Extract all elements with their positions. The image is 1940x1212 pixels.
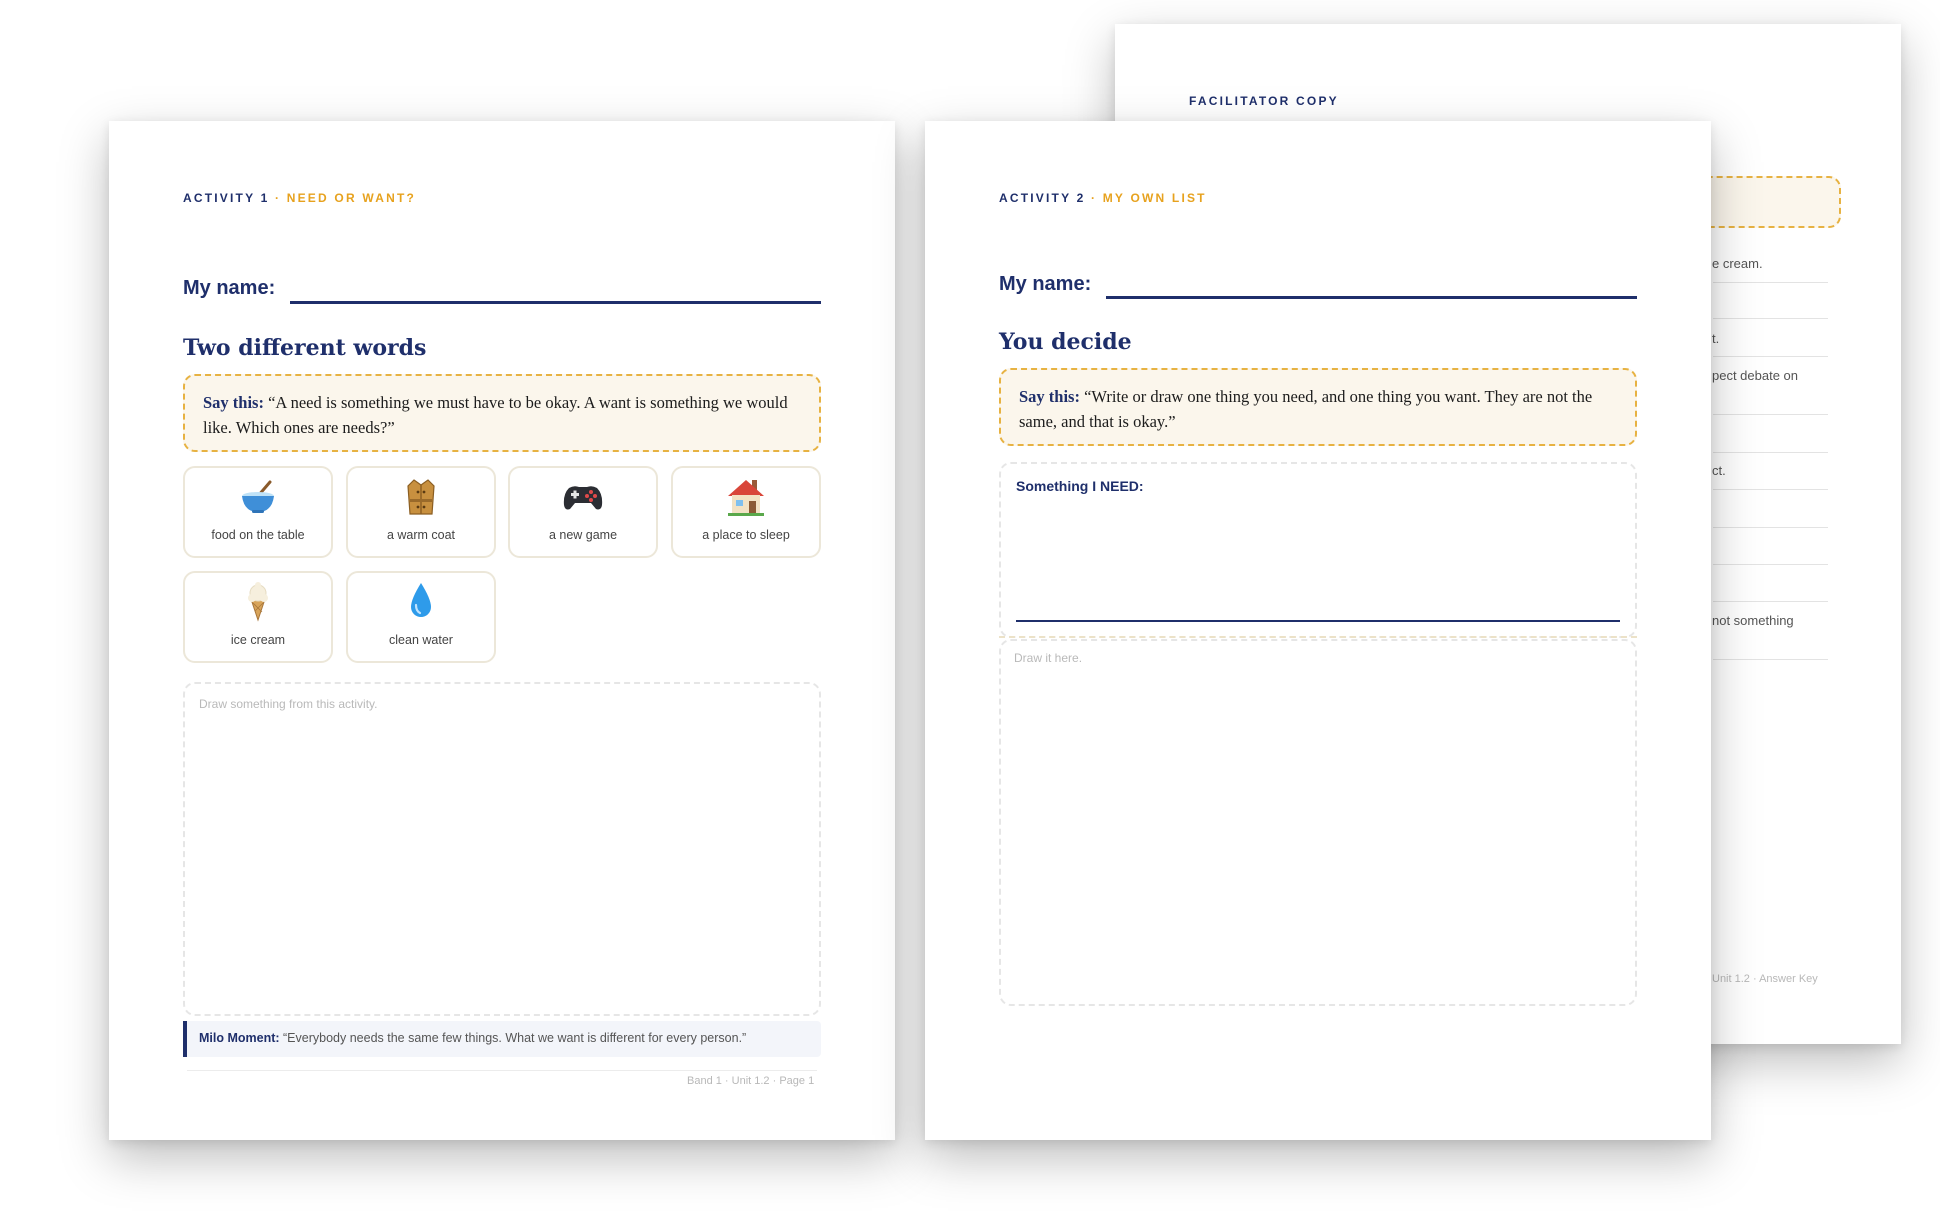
card-label: ice cream — [230, 633, 286, 647]
answer-fragment: e cream. — [1712, 256, 1763, 271]
activity-number: ACTIVITY 2 — [999, 191, 1086, 205]
answer-rule — [1713, 282, 1828, 283]
footer-divider — [187, 1070, 817, 1071]
need-label: Something I NEED: — [1016, 478, 1144, 494]
page-footer: Band 1 · Unit 1.2 · Page 1 — [687, 1075, 815, 1087]
answer-fragment: not something — [1712, 613, 1794, 628]
kicker-separator: · — [1085, 191, 1103, 205]
card-label: food on the table — [211, 528, 305, 542]
bowl-icon — [185, 474, 331, 524]
activity-title: NEED OR WANT? — [286, 191, 416, 205]
say-this-label: Say this: — [1019, 387, 1080, 406]
answer-rule — [1713, 318, 1828, 319]
name-input-line[interactable] — [1106, 296, 1637, 299]
drawing-area[interactable] — [183, 682, 821, 1016]
card-food[interactable]: food on the table — [183, 466, 333, 558]
activity-1-page: ACTIVITY 1 · NEED OR WANT? My name: Two … — [109, 121, 895, 1140]
answer-rule — [1713, 601, 1828, 602]
house-icon — [673, 474, 819, 524]
activity-number: ACTIVITY 1 — [183, 191, 270, 205]
answer-fragment: pect debate on — [1712, 368, 1799, 383]
card-label: a new game — [548, 528, 618, 542]
answer-rule — [1713, 564, 1828, 565]
page-footer: Unit 1.2 · Answer Key — [1712, 973, 1818, 985]
say-this-text: “Write or draw one thing you need, and o… — [1019, 387, 1593, 431]
card-label: clean water — [389, 633, 453, 647]
drawing-hint: Draw it here. — [1014, 651, 1083, 665]
answer-rule — [1713, 527, 1828, 528]
activity-title: MY OWN LIST — [1102, 191, 1207, 205]
answer-rule — [1713, 489, 1828, 490]
answer-rule — [1713, 452, 1828, 453]
answer-rule — [1713, 356, 1828, 357]
answer-fragment: ct. — [1712, 463, 1726, 478]
page-kicker: FACILITATOR COPY — [1189, 94, 1339, 108]
activity-kicker: ACTIVITY 2 · MY OWN LIST — [999, 191, 1207, 205]
ice-cream-icon — [185, 579, 331, 629]
milo-label: Milo Moment: — [199, 1031, 280, 1045]
game-controller-icon — [510, 474, 656, 524]
answer-rule — [1713, 659, 1828, 660]
card-coat[interactable]: a warm coat — [346, 466, 496, 558]
card-label: a place to sleep — [702, 528, 790, 542]
section-heading: Two different words — [183, 335, 427, 361]
drawing-area[interactable] — [999, 639, 1637, 1006]
activity-2-page: ACTIVITY 2 · MY OWN LIST My name: You de… — [925, 121, 1711, 1140]
name-input-line[interactable] — [290, 301, 821, 304]
say-this-label: Say this: — [203, 393, 264, 412]
water-drop-icon — [348, 579, 494, 629]
milo-text: “Everybody needs the same few things. Wh… — [279, 1031, 747, 1045]
need-write-line[interactable] — [1016, 620, 1620, 622]
milo-moment: Milo Moment: “Everybody needs the same f… — [183, 1021, 821, 1057]
kicker-separator: · — [269, 191, 287, 205]
say-this-text: “A need is something we must have to be … — [203, 393, 788, 437]
section-heading: You decide — [999, 329, 1132, 355]
answer-fragment: t. — [1712, 331, 1720, 346]
name-label: My name: — [999, 273, 1092, 295]
card-water[interactable]: clean water — [346, 571, 496, 663]
card-label: a warm coat — [386, 528, 456, 542]
say-this-box: Say this: “Write or draw one thing you n… — [999, 368, 1637, 446]
say-this-box: Say this: “A need is something we must h… — [183, 374, 821, 452]
coat-icon — [348, 474, 494, 524]
drawing-hint: Draw something from this activity. — [199, 697, 378, 711]
card-sleep[interactable]: a place to sleep — [671, 466, 821, 558]
name-label: My name: — [183, 277, 276, 299]
card-game[interactable]: a new game — [508, 466, 658, 558]
answer-rule — [1713, 414, 1828, 415]
card-ice-cream[interactable]: ice cream — [183, 571, 333, 663]
activity-kicker: ACTIVITY 1 · NEED OR WANT? — [183, 191, 416, 205]
